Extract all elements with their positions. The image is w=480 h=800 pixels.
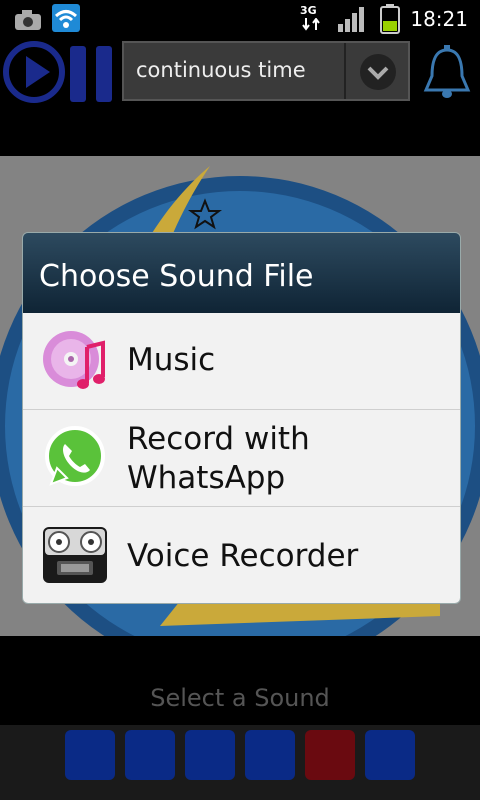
list-item-voice-recorder[interactable]: Voice Recorder [23,507,460,603]
list-item-whatsapp[interactable]: Record with WhatsApp [23,410,460,507]
pause-bar-left [70,46,86,102]
bell-icon[interactable] [420,44,474,104]
sound-slot-5[interactable] [305,730,355,780]
voice-recorder-label: Voice Recorder [127,538,359,574]
music-label: Music [127,342,216,378]
chevron-down-icon[interactable] [358,52,398,92]
dialog-list: Music Record with WhatsApp Voice Recorde… [23,313,460,603]
play-icon[interactable] [2,40,66,104]
3g-icon [302,18,320,31]
whatsapp-label-line2: WhatsApp [127,460,286,496]
dialog-header: Choose Sound File [23,233,460,313]
sound-slot-1[interactable] [65,730,115,780]
sound-slot-6[interactable] [365,730,415,780]
wifi-icon [52,4,80,32]
signal-icon [338,7,364,32]
network-3g-label: 3G [300,4,317,17]
pause-bar-right [96,46,112,102]
camera-icon [15,10,41,30]
sound-slot-4[interactable] [245,730,295,780]
battery-icon [380,4,400,34]
dialog-title: Choose Sound File [39,259,314,294]
status-bar: 3G 18:21 [0,0,480,38]
music-icon [43,331,105,389]
sound-slot-3[interactable] [185,730,235,780]
list-item-music[interactable]: Music [23,313,460,410]
sound-slot-2[interactable] [125,730,175,780]
clock: 18:21 [410,7,468,31]
dropdown-divider [344,43,346,99]
dropdown-value: continuous time [136,58,306,82]
mode-dropdown[interactable]: continuous time [122,41,410,101]
whatsapp-icon [45,426,105,486]
whatsapp-label-line1: Record with [127,421,310,457]
voice-recorder-icon [43,527,107,583]
select-sound-label: Select a Sound [150,684,330,712]
choose-sound-dialog: Choose Sound File Music Record with What… [22,232,461,604]
